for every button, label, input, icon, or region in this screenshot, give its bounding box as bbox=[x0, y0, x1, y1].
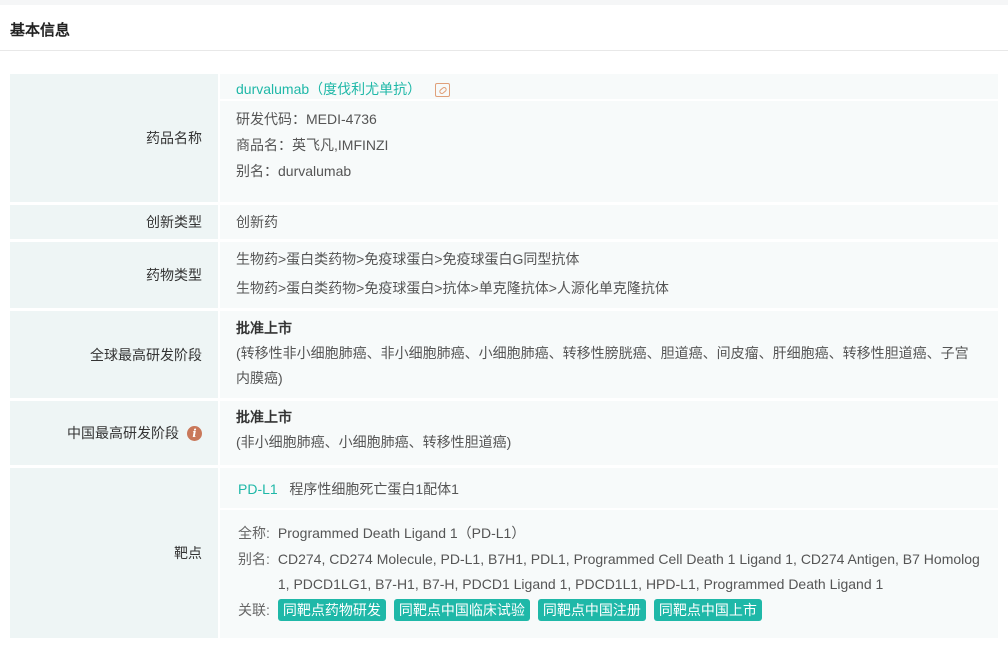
drug-type-path: 生物药>蛋白类药物>免疫球蛋白>抗体>单克隆抗体>人源化单克隆抗体 bbox=[236, 280, 669, 296]
tag-target-china-trials[interactable]: 同靶点中国临床试验 bbox=[393, 598, 530, 621]
row-drug-type: 药物类型 生物药>蛋白类药物>免疫球蛋白>免疫球蛋白G同型抗体 生物药>蛋白类药… bbox=[10, 242, 998, 308]
row-innovation: 创新类型 创新药 bbox=[10, 205, 998, 239]
row-label: 药品名称 bbox=[10, 74, 218, 202]
row-value: 批准上市 (非小细胞肺癌、小细胞肺癌、转移性胆道癌) bbox=[220, 401, 998, 465]
row-label: 全球最高研发阶段 bbox=[10, 311, 218, 398]
row-value: durvalumab（度伐利尤单抗） 研发代码：MEDI-4736 商品名：英飞… bbox=[220, 74, 998, 202]
row-value: 生物药>蛋白类药物>免疫球蛋白>免疫球蛋白G同型抗体 生物药>蛋白类药物>免疫球… bbox=[220, 242, 998, 308]
row-china-stage: 中国最高研发阶段 i 批准上市 (非小细胞肺癌、小细胞肺癌、转移性胆道癌) bbox=[10, 401, 998, 465]
row-label-text: 中国最高研发阶段 bbox=[67, 425, 179, 441]
innovation-value: 创新药 bbox=[220, 205, 998, 239]
drug-trade-name: 商品名：英飞凡,IMFINZI bbox=[236, 137, 389, 153]
tag-target-china-market[interactable]: 同靶点中国上市 bbox=[653, 598, 762, 621]
row-label: 药物类型 bbox=[10, 242, 218, 308]
target-fullname: Programmed Death Ligand 1（PD-L1） bbox=[277, 525, 526, 541]
row-value: PD-L1 程序性细胞死亡蛋白1配体1 全称: Programmed Death … bbox=[220, 468, 998, 638]
target-name: 程序性细胞死亡蛋白1配体1 bbox=[289, 481, 459, 497]
target-symbol-link[interactable]: PD-L1 bbox=[238, 481, 278, 497]
row-label: 中国最高研发阶段 i bbox=[10, 401, 218, 465]
target-alias: CD274, CD274 Molecule, PD-L1, B7H1, PDL1… bbox=[277, 550, 980, 593]
basic-info-panel: 基本信息 药品名称 durvalumab（度伐利尤单抗） 研发代码：MEDI-4… bbox=[0, 5, 1008, 645]
drug-alias: 别名：durvalumab bbox=[236, 163, 352, 179]
info-table: 药品名称 durvalumab（度伐利尤单抗） 研发代码：MEDI-4736 商… bbox=[10, 74, 998, 641]
global-indications: (转移性非小细胞肺癌、非小细胞肺癌、小细胞肺癌、转移性膀胱癌、胆道癌、间皮瘤、肝… bbox=[236, 345, 969, 386]
row-label: 创新类型 bbox=[10, 205, 218, 239]
related-label: 关联: bbox=[238, 601, 270, 618]
row-label: 靶点 bbox=[10, 468, 218, 638]
drug-type-path: 生物药>蛋白类药物>免疫球蛋白>免疫球蛋白G同型抗体 bbox=[236, 251, 580, 267]
row-drug-name: 药品名称 durvalumab（度伐利尤单抗） 研发代码：MEDI-4736 商… bbox=[10, 74, 998, 202]
tag-target-drug-rd[interactable]: 同靶点药物研发 bbox=[277, 598, 386, 621]
info-icon[interactable]: i bbox=[187, 425, 202, 441]
china-indications: (非小细胞肺癌、小细胞肺癌、转移性胆道癌) bbox=[236, 434, 512, 450]
global-stage: 批准上市 bbox=[236, 320, 292, 336]
tag-target-china-registration[interactable]: 同靶点中国注册 bbox=[537, 598, 646, 621]
row-target: 靶点 PD-L1 程序性细胞死亡蛋白1配体1 全称: Programmed Dea… bbox=[10, 468, 998, 638]
alias-label: 别名: bbox=[238, 550, 270, 567]
row-global-stage: 全球最高研发阶段 批准上市 (转移性非小细胞肺癌、非小细胞肺癌、小细胞肺癌、转移… bbox=[10, 311, 998, 398]
drug-name-link[interactable]: durvalumab（度伐利尤单抗） bbox=[236, 81, 421, 97]
fullname-label: 全称: bbox=[238, 525, 270, 541]
copy-icon[interactable] bbox=[435, 83, 451, 98]
drug-code: 研发代码：MEDI-4736 bbox=[236, 111, 377, 127]
section-title: 基本信息 bbox=[0, 5, 1008, 51]
row-value: 批准上市 (转移性非小细胞肺癌、非小细胞肺癌、小细胞肺癌、转移性膀胱癌、胆道癌、… bbox=[220, 311, 998, 398]
china-stage: 批准上市 bbox=[236, 409, 292, 425]
